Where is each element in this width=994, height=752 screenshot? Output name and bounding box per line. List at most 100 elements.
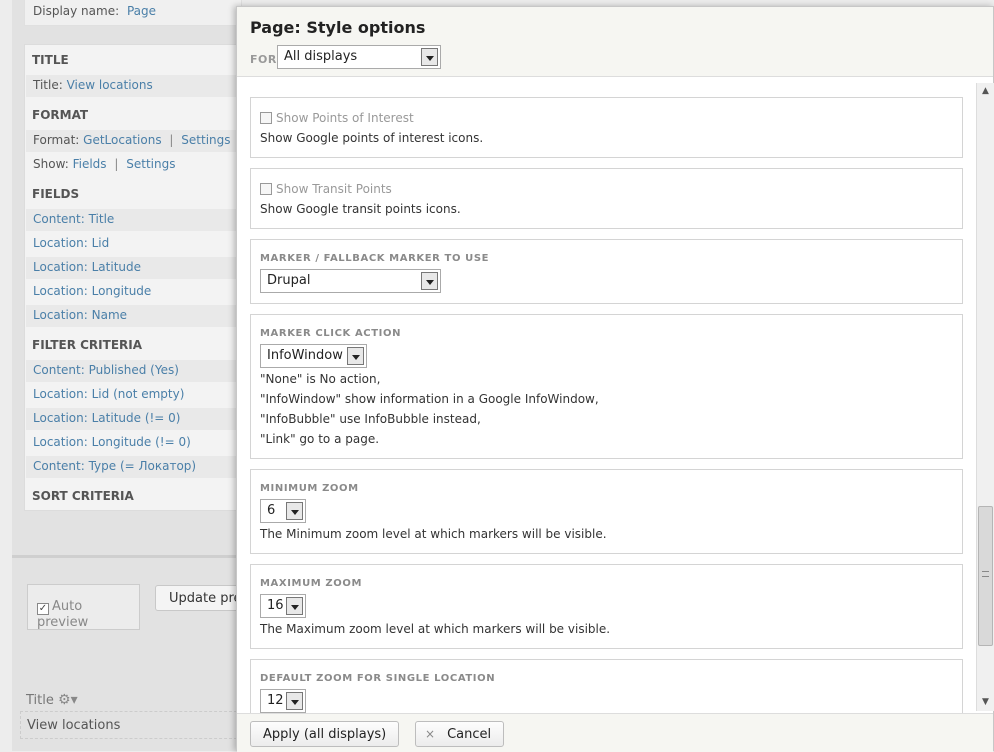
filter-link[interactable]: Content: Published (Yes) [33, 363, 179, 377]
chevron-down-icon[interactable] [286, 502, 303, 520]
min-zoom-description: The Minimum zoom level at which markers … [260, 527, 607, 541]
field-link[interactable]: Location: Name [33, 308, 127, 322]
max-zoom-select[interactable]: 16 [260, 594, 306, 618]
field-link[interactable]: Location: Lid [33, 236, 109, 250]
max-zoom-select-value: 16 [267, 598, 284, 613]
default-zoom-select[interactable]: 12 [260, 689, 306, 713]
for-label: FOR [250, 53, 277, 66]
field-item[interactable]: Location: Latitude [26, 257, 242, 279]
scroll-up-icon[interactable]: ▲ [977, 83, 994, 100]
format-settings-link[interactable]: Settings [181, 133, 230, 147]
min-zoom-fieldset: MINIMUM ZOOM 6 The Minimum zoom level at… [250, 469, 963, 554]
transit-fieldset: Show Transit Points Show Google transit … [250, 168, 963, 229]
marker-click-select[interactable]: InfoWindow [260, 344, 367, 368]
display-name-row: Display name: Page [24, 0, 242, 26]
scrollbar-thumb[interactable] [978, 506, 993, 646]
filter-link[interactable]: Content: Type (= Локатор) [33, 459, 196, 473]
chevron-down-icon[interactable] [421, 48, 438, 66]
cancel-button[interactable]: × Cancel [415, 721, 505, 747]
separator: | [169, 133, 174, 147]
poi-checkbox[interactable]: Show Points of Interest [260, 111, 414, 125]
field-item[interactable]: Content: Title [26, 209, 242, 231]
filter-link[interactable]: Location: Latitude (!= 0) [33, 411, 181, 425]
for-displays-select[interactable]: All displays [277, 45, 441, 69]
dialog-scrollbar[interactable]: ▲ ▼ [976, 83, 994, 711]
show-label: Show: [33, 157, 69, 171]
filter-link[interactable]: Location: Longitude (!= 0) [33, 435, 191, 449]
divider [12, 555, 242, 558]
display-name-value[interactable]: Page [127, 4, 156, 18]
default-zoom-fieldset: DEFAULT ZOOM FOR SINGLE LOCATION 12 [250, 659, 963, 713]
poi-fieldset: Show Points of Interest Show Google poin… [250, 97, 963, 158]
title-row: Title: View locations [26, 75, 242, 97]
checkbox-icon[interactable] [260, 112, 272, 124]
filter-link[interactable]: Location: Lid (not empty) [33, 387, 184, 401]
filter-item[interactable]: Location: Lid (not empty) [26, 384, 242, 406]
field-item[interactable]: Location: Lid [26, 233, 242, 255]
marker-click-desc-line: "Link" go to a page. [260, 432, 380, 446]
filter-item[interactable]: Location: Longitude (!= 0) [26, 432, 242, 454]
field-link[interactable]: Location: Latitude [33, 260, 141, 274]
field-item[interactable]: Location: Name [26, 305, 242, 327]
min-zoom-select[interactable]: 6 [260, 499, 306, 523]
preview-title-value: View locations [20, 711, 242, 739]
marker-caption: MARKER / FALLBACK MARKER TO USE [260, 253, 490, 264]
marker-click-select-value: InfoWindow [267, 348, 343, 363]
min-zoom-select-value: 6 [267, 503, 276, 518]
cancel-button-label: Cancel [447, 726, 492, 742]
show-settings-link[interactable]: Settings [126, 157, 175, 171]
dialog-footer: Apply (all displays) × Cancel [237, 713, 993, 752]
min-zoom-caption: MINIMUM ZOOM [260, 483, 359, 494]
max-zoom-description: The Maximum zoom level at which markers … [260, 622, 611, 636]
format-row: Format: GetLocations | Settings [26, 130, 242, 152]
dialog-scroll-body: Show Points of Interest Show Google poin… [237, 83, 993, 713]
chevron-down-icon[interactable] [286, 597, 303, 615]
format-label: Format: [33, 133, 80, 147]
format-value-link[interactable]: GetLocations [83, 133, 161, 147]
marker-select[interactable]: Drupal [260, 269, 441, 293]
checkbox-icon[interactable] [260, 183, 272, 195]
marker-click-desc-line: "None" is No action, [260, 372, 381, 386]
filter-section-heading: FILTER CRITERIA [32, 338, 143, 352]
marker-click-desc-line: "InfoBubble" use InfoBubble instead, [260, 412, 481, 426]
preview-title-header: Title ⚙▾ [26, 692, 78, 708]
filter-item[interactable]: Location: Latitude (!= 0) [26, 408, 242, 430]
poi-checkbox-label: Show Points of Interest [276, 111, 414, 125]
auto-preview-toggle[interactable]: ✓ Auto preview [27, 584, 140, 630]
marker-click-fieldset: MARKER CLICK ACTION InfoWindow "None" is… [250, 314, 963, 459]
style-options-dialog: Page: Style options FOR All displays Sho… [236, 6, 994, 752]
separator: | [114, 157, 119, 171]
default-zoom-caption: DEFAULT ZOOM FOR SINGLE LOCATION [260, 673, 496, 684]
close-icon: × [425, 726, 436, 741]
chevron-down-icon[interactable] [421, 272, 438, 290]
title-value-link[interactable]: View locations [67, 78, 153, 92]
gear-icon[interactable]: ⚙▾ [58, 692, 78, 708]
filter-item[interactable]: Content: Type (= Локатор) [26, 456, 242, 478]
grip-icon [982, 571, 989, 577]
checkbox-checked-icon[interactable]: ✓ [37, 603, 49, 615]
marker-select-value: Drupal [267, 273, 311, 288]
apply-button[interactable]: Apply (all displays) [250, 721, 400, 747]
marker-fieldset: MARKER / FALLBACK MARKER TO USE Drupal [250, 239, 963, 304]
max-zoom-caption: MAXIMUM ZOOM [260, 578, 363, 589]
dialog-header: Page: Style options FOR All displays [237, 7, 993, 77]
field-link[interactable]: Location: Longitude [33, 284, 151, 298]
marker-click-desc-line: "InfoWindow" show information in a Googl… [260, 392, 599, 406]
views-settings-column: TITLE Title: View locations FORMAT Forma… [24, 44, 242, 511]
max-zoom-fieldset: MAXIMUM ZOOM 16 The Maximum zoom level a… [250, 564, 963, 649]
default-zoom-select-value: 12 [267, 693, 284, 708]
chevron-down-icon[interactable] [347, 347, 364, 365]
display-name-label: Display name: [33, 4, 120, 18]
poi-description: Show Google points of interest icons. [260, 131, 484, 145]
title-section-heading: TITLE [32, 53, 69, 67]
field-link[interactable]: Content: Title [33, 212, 114, 226]
title-label: Title: [33, 78, 63, 92]
for-displays-value: All displays [284, 49, 358, 64]
marker-click-caption: MARKER CLICK ACTION [260, 328, 402, 339]
scroll-down-icon[interactable]: ▼ [977, 694, 994, 711]
transit-checkbox[interactable]: Show Transit Points [260, 182, 392, 196]
show-value-link[interactable]: Fields [73, 157, 107, 171]
filter-item[interactable]: Content: Published (Yes) [26, 360, 242, 382]
field-item[interactable]: Location: Longitude [26, 281, 242, 303]
chevron-down-icon[interactable] [286, 692, 303, 710]
